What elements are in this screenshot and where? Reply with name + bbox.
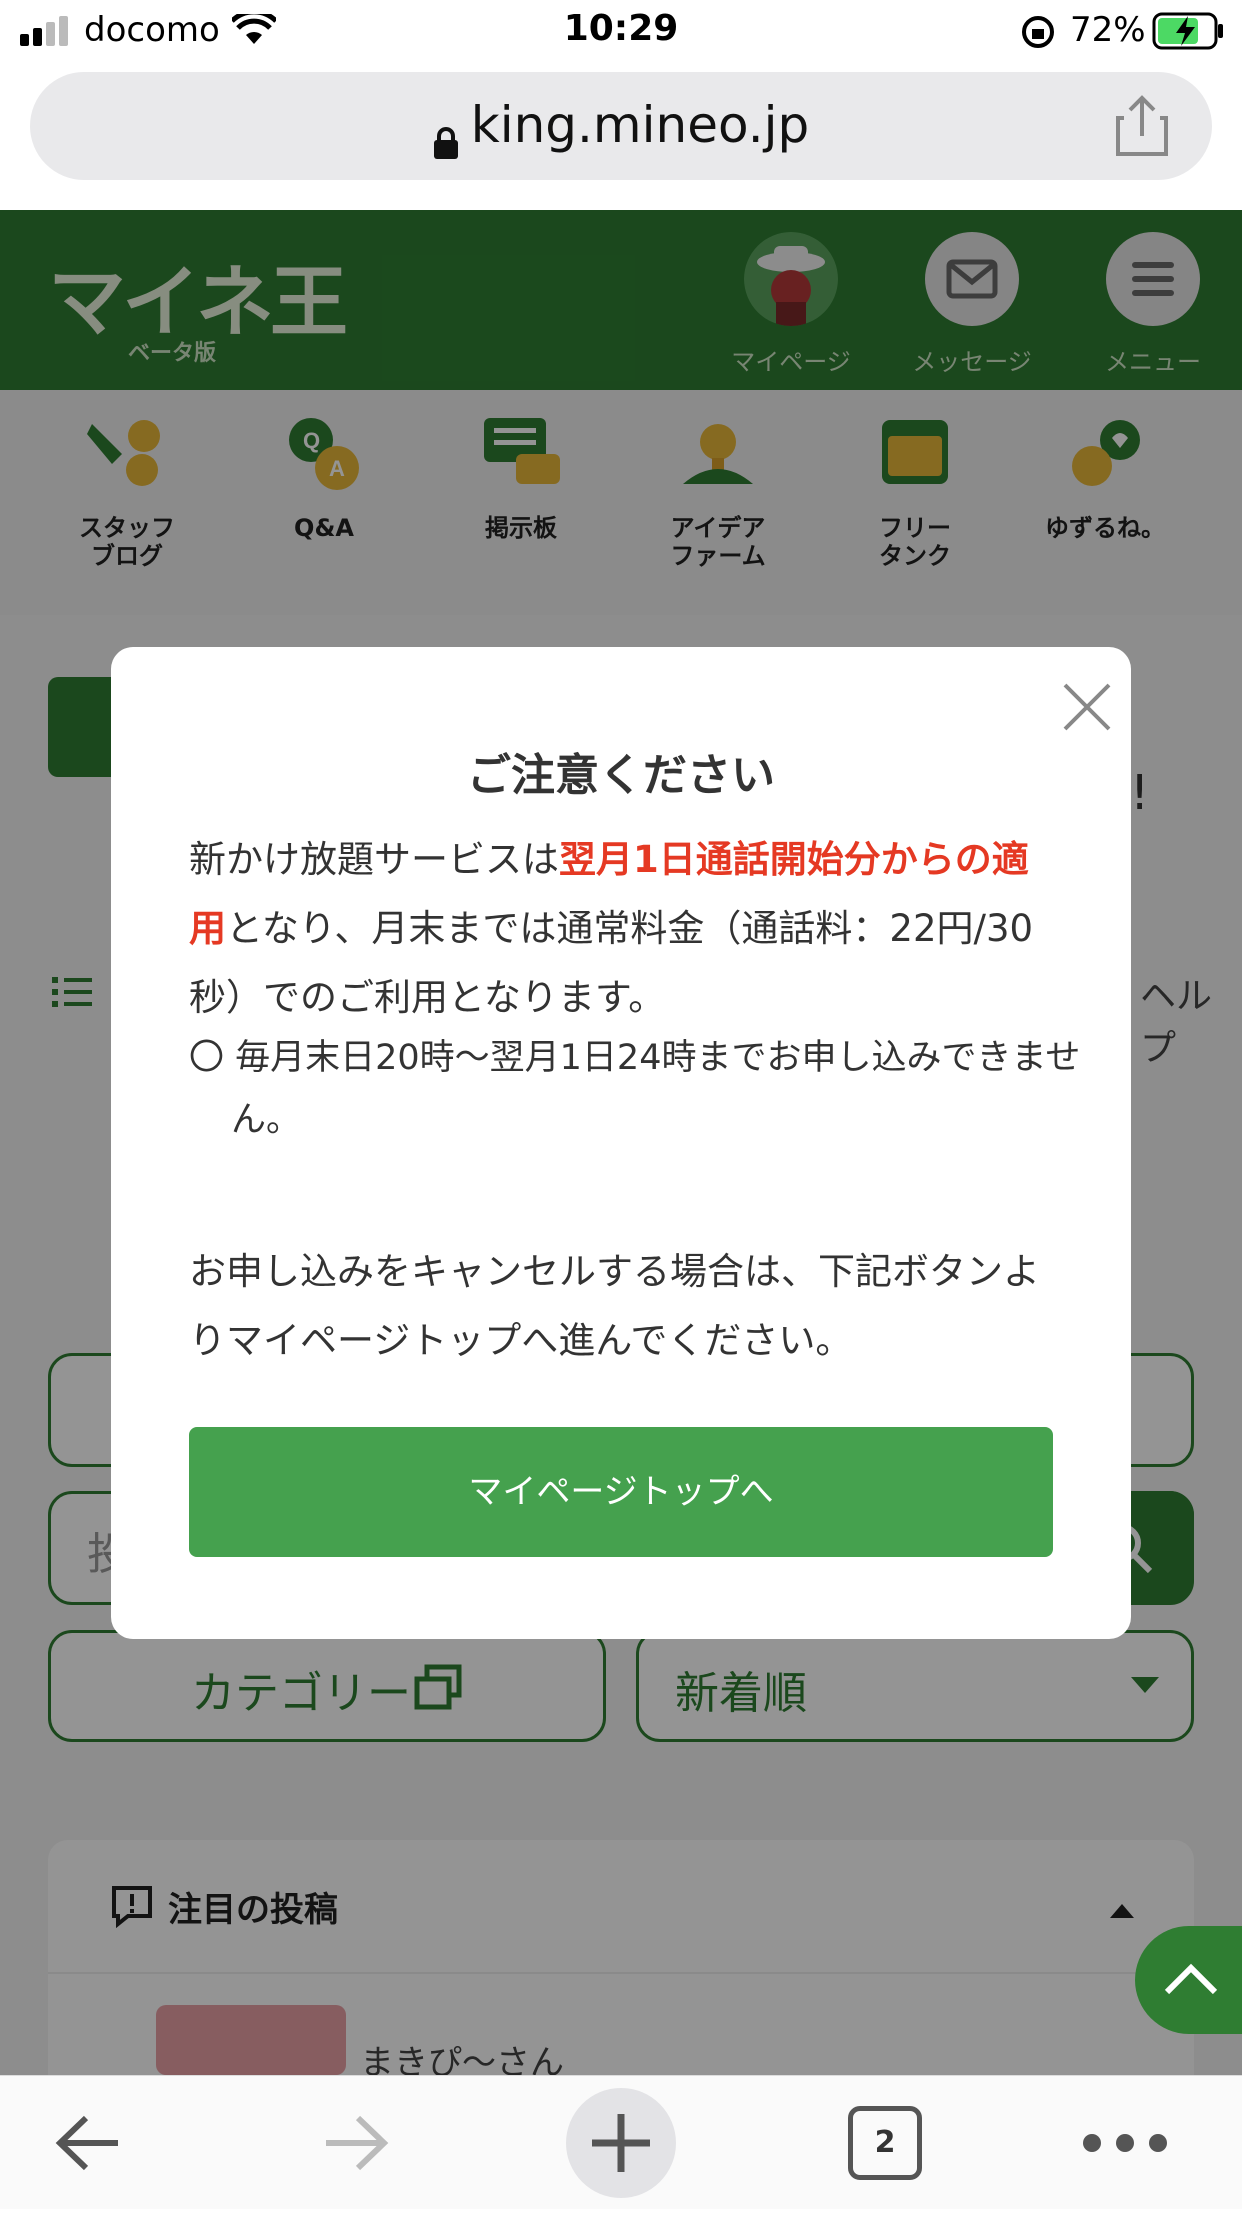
modal-title: ご注意ください xyxy=(467,750,775,801)
url-text: king.mineo.jp xyxy=(30,96,1212,159)
close-icon[interactable] xyxy=(1057,677,1117,737)
chevron-up-icon xyxy=(1164,1963,1218,1995)
lock-icon xyxy=(433,113,459,159)
notice-modal: ご注意ください 新かけ放題サービスは翌月1日通話開始分からの適用となり、月末まで… xyxy=(111,647,1131,1639)
back-to-top-button[interactable] xyxy=(1135,1926,1242,2034)
forward-arrow-icon[interactable] xyxy=(306,2088,416,2198)
mypage-top-button[interactable]: マイページトップへ xyxy=(189,1427,1053,1557)
status-bar: docomo 10:29 72% xyxy=(0,0,1242,62)
battery-charging-icon xyxy=(1152,12,1223,50)
more-icon[interactable] xyxy=(1070,2088,1180,2198)
rotation-lock-icon xyxy=(1022,16,1054,48)
tab-switcher-button[interactable]: 2 xyxy=(848,2106,922,2180)
message-suffix: となり、月末までは通常料金（通話料：22円/30秒）でのご利用となります。 xyxy=(189,907,1034,1019)
modal-message: 新かけ放題サービスは翌月1日通話開始分からの適用となり、月末までは通常料金（通話… xyxy=(189,825,1055,1032)
back-arrow-icon[interactable] xyxy=(42,2088,152,2198)
share-icon[interactable] xyxy=(1116,94,1168,156)
browser-toolbar: 2 xyxy=(0,2075,1242,2209)
message-prefix: 新かけ放題サービスは xyxy=(189,838,559,881)
url-domain: king.mineo.jp xyxy=(470,96,810,154)
modal-note: 〇 毎月末日20時〜翌月1日24時までお申し込みできません。 xyxy=(189,1038,1081,1140)
plus-icon xyxy=(592,2114,650,2172)
battery-percent: 72% xyxy=(1070,10,1146,50)
address-bar[interactable]: king.mineo.jp xyxy=(30,72,1212,180)
cancel-instruction: お申し込みをキャンセルする場合は、下記ボタンよりマイページトップへ進んでください… xyxy=(189,1250,1040,1362)
new-tab-button[interactable] xyxy=(566,2088,676,2198)
